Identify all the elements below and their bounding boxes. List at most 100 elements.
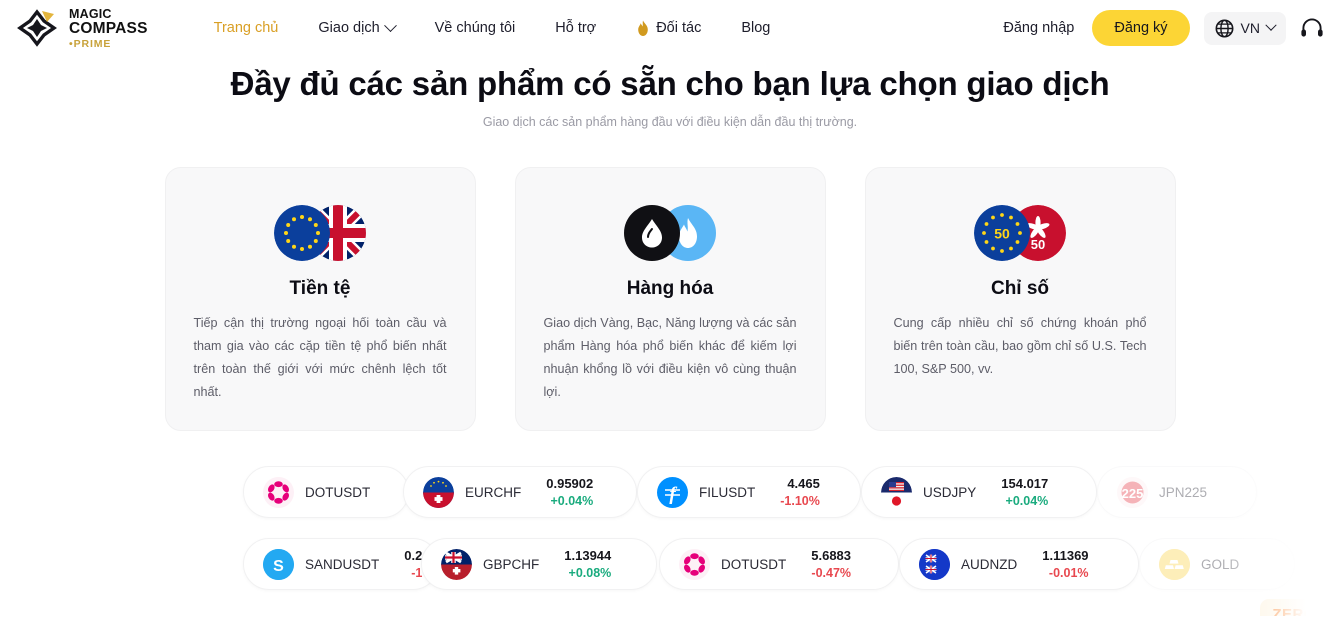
zero-badge-label: ZERO <box>1272 606 1316 617</box>
ticker-values: 1.11369 -0.01% <box>1042 547 1088 581</box>
signup-button[interactable]: Đăng ký <box>1092 10 1190 46</box>
site-logo[interactable]: MAGIC COMPASS •PRIME <box>14 7 148 50</box>
chevron-down-icon <box>383 18 397 32</box>
svg-text:50: 50 <box>994 226 1010 242</box>
ticker-symbol: DOTUSDT <box>305 484 371 500</box>
ticker-price: 1.11369 <box>1042 548 1089 564</box>
eu-flag-icon <box>274 205 330 262</box>
ticker-item[interactable]: 225 JPN225 <box>1097 466 1257 519</box>
fil-coin-icon: f <box>657 476 688 508</box>
nav-label: Giao dịch <box>318 20 380 36</box>
jpn225-index-icon: 225 <box>1117 476 1148 508</box>
nav-item-trang-chu[interactable]: Trang chủ <box>194 14 299 42</box>
ticker-price: 5.6883 <box>811 548 852 564</box>
ticker-item[interactable]: DOTUSDT <box>243 466 409 519</box>
globe-icon <box>1215 19 1234 37</box>
ticker-symbol: FILUSDT <box>699 484 756 500</box>
product-card-indices[interactable]: 50 50 Chỉ số Cung cấp nhiều chỉ số chứng… <box>864 167 1176 432</box>
gbpchf-flag-icon <box>441 548 472 580</box>
ticker-values: 0.95902 +0.04% <box>546 475 593 509</box>
ticker-strip: DOTUSDT EURCHF 0.95902 +0.04% FILUSDT 4.… <box>0 466 1340 617</box>
product-card-currencies[interactable]: Tiền tệ Tiếp cận thị trường ngoại hối to… <box>164 167 476 432</box>
ticker-values: 4.465 -1.10% <box>780 475 820 509</box>
ticker-price: 1.13944 <box>564 548 612 564</box>
ticker-row-1: DOTUSDT EURCHF 0.95902 +0.04% FILUSDT 4.… <box>243 466 1340 519</box>
nav-item-giao-dich[interactable]: Giao dịch <box>298 14 414 42</box>
ticker-item[interactable]: EURCHF 0.95902 +0.04% <box>403 466 637 519</box>
card-icon-group <box>544 202 797 264</box>
dot-coin-icon <box>263 476 294 508</box>
ticker-change: -1.10% <box>780 493 820 508</box>
product-card-commodities[interactable]: Hàng hóa Giao dịch Vàng, Bạc, Năng lượng… <box>514 167 826 432</box>
nav-label: Trang chủ <box>213 20 279 36</box>
ticker-item[interactable]: S SANDUSDT 0.2 -1 <box>243 538 439 591</box>
card-description: Giao dịch Vàng, Bạc, Năng lượng và các s… <box>543 316 797 399</box>
ticker-change: +0.04% <box>1005 493 1049 508</box>
ticker-item[interactable]: GBPCHF 1.13944 +0.08% <box>421 538 657 591</box>
ticker-values: 154.017 +0.04% <box>1001 475 1048 509</box>
ticker-item[interactable]: AUDNZD 1.11369 -0.01% <box>899 538 1139 591</box>
ticker-symbol: EURCHF <box>465 484 522 500</box>
ticker-row-2: S SANDUSDT 0.2 -1 GBPCHF 1.13944 +0.08% … <box>243 538 1340 591</box>
ticker-values: 1.13944 +0.08% <box>564 547 611 581</box>
ticker-values: 0.2 -1 <box>404 547 422 581</box>
ticker-symbol: AUDNZD <box>961 556 1018 572</box>
ticker-price: 0.95902 <box>546 476 594 492</box>
ticker-item[interactable]: DOTUSDT 5.6883 -0.47% <box>659 538 899 591</box>
nav-item-blog[interactable]: Blog <box>721 14 790 42</box>
ticker-item[interactable]: GOLD <box>1139 538 1295 591</box>
oil-drop-icon <box>624 205 680 262</box>
ticker-symbol: USDJPY <box>923 484 977 500</box>
page-title: Đầy đủ các sản phẩm có sẵn cho bạn lựa c… <box>230 65 1110 102</box>
dot-coin-icon <box>679 548 710 580</box>
nav-item-ho-tro[interactable]: Hỗ trợ <box>535 14 616 42</box>
eurchf-flag-icon <box>423 476 454 508</box>
ticker-price: 154.017 <box>1001 476 1049 492</box>
ticker-item[interactable]: f FILUSDT 4.465 -1.10% <box>637 466 861 519</box>
eu50-index-icon: 50 <box>974 205 1030 262</box>
nav-label: Hỗ trợ <box>555 20 597 36</box>
ticker-symbol: JPN225 <box>1159 484 1208 500</box>
usdjpy-flag-icon <box>881 476 912 508</box>
card-icon-group: 50 50 <box>894 202 1147 264</box>
ticker-change: -1 <box>411 565 423 580</box>
card-icon-group <box>194 202 447 264</box>
nav-label: Về chúng tôi <box>434 20 516 36</box>
ticker-change: +0.08% <box>568 565 612 580</box>
language-code: VN <box>1240 20 1260 36</box>
nav-item-doi-tac[interactable]: Đối tác <box>616 14 721 43</box>
product-cards: Tiền tệ Tiếp cận thị trường ngoại hối to… <box>0 167 1340 432</box>
chevron-down-icon <box>1265 19 1277 31</box>
ticker-price: 0.2 <box>404 548 423 564</box>
zero-floating-badge[interactable]: ZERO <box>1260 599 1328 617</box>
nav-label: Đối tác <box>656 20 702 36</box>
ticker-symbol: GBPCHF <box>483 556 540 572</box>
svg-text:S: S <box>273 558 284 575</box>
logo-wordmark: MAGIC COMPASS •PRIME <box>69 7 148 50</box>
ticker-price: 4.465 <box>787 476 820 492</box>
ticker-item[interactable]: USDJPY 154.017 +0.04% <box>861 466 1097 519</box>
ticker-change: -0.47% <box>811 565 852 580</box>
ticker-symbol: DOTUSDT <box>721 556 787 572</box>
page-subtitle: Giao dịch các sản phẩm hàng đầu với điều… <box>482 115 858 130</box>
logo-line-1: MAGIC <box>69 6 112 21</box>
ticker-change: -0.01% <box>1048 565 1089 580</box>
header-actions: Đăng nhập Đăng ký VN <box>999 10 1324 46</box>
login-button[interactable]: Đăng nhập <box>999 14 1078 42</box>
nav-item-ve-chung-toi[interactable]: Về chúng tôi <box>415 14 536 42</box>
headset-icon <box>1301 18 1323 37</box>
support-button[interactable] <box>1300 18 1324 38</box>
ticker-change: +0.04% <box>550 493 594 508</box>
language-selector[interactable]: VN <box>1203 11 1286 45</box>
ticker-symbol: SANDUSDT <box>305 556 380 572</box>
ticker-symbol: GOLD <box>1201 556 1240 572</box>
logo-line-2: COMPASS <box>69 20 148 38</box>
site-header: MAGIC COMPASS •PRIME Trang chủ Giao dịch… <box>0 0 1340 56</box>
audnzd-flag-icon <box>919 548 950 580</box>
nav-label: Blog <box>741 20 771 36</box>
flame-icon <box>638 20 649 36</box>
compass-logo-icon <box>17 9 57 47</box>
logo-line-3: •PRIME <box>69 37 112 50</box>
card-title: Tiền tệ <box>289 278 351 300</box>
main-navigation: Trang chủ Giao dịch Về chúng tôi Hỗ trợ … <box>194 14 791 43</box>
